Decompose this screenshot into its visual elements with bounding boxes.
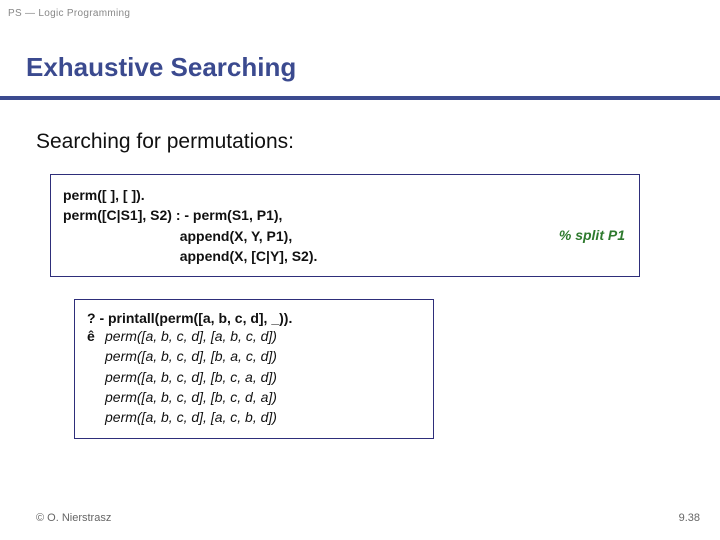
result-row: perm([a, b, c, d], [b, a, c, d]) <box>87 346 421 366</box>
code-line: append(X, Y, P1), <box>63 226 627 246</box>
title-band: Exhaustive Searching <box>0 38 720 100</box>
subheading: Searching for permutations: <box>36 130 684 154</box>
result-text: perm([a, b, c, d], [a, b, c, d]) <box>105 326 277 346</box>
code-line: perm([ ], [ ]). <box>63 185 627 205</box>
footer-page-number: 9.38 <box>679 512 700 524</box>
result-text: perm([a, b, c, d], [b, a, c, d]) <box>105 346 277 366</box>
result-text: perm([a, b, c, d], [b, c, d, a]) <box>105 387 277 407</box>
result-row: perm([a, b, c, d], [b, c, a, d]) <box>87 367 421 387</box>
code-line: perm([C|S1], S2) : - perm(S1, P1), <box>63 205 627 225</box>
slide-title: Exhaustive Searching <box>26 52 296 83</box>
query-line: ? - printall(perm([a, b, c, d], _)). <box>87 310 421 326</box>
footer-copyright: © O. Nierstrasz <box>36 512 111 524</box>
arrow-icon: ê <box>87 326 105 346</box>
course-label: PS — Logic Programming <box>8 8 130 19</box>
content-area: Searching for permutations: perm([ ], [ … <box>36 130 684 439</box>
definition-code-box: perm([ ], [ ]). perm([C|S1], S2) : - per… <box>50 174 640 277</box>
result-text: perm([a, b, c, d], [a, c, b, d]) <box>105 407 277 427</box>
code-line: append(X, [C|Y], S2). <box>63 246 627 266</box>
code-comment: % split P1 <box>559 227 625 243</box>
result-row: perm([a, b, c, d], [b, c, d, a]) <box>87 387 421 407</box>
result-row: perm([a, b, c, d], [a, c, b, d]) <box>87 407 421 427</box>
result-row: ê perm([a, b, c, d], [a, b, c, d]) <box>87 326 421 346</box>
query-output-box: ? - printall(perm([a, b, c, d], _)). ê p… <box>74 299 434 438</box>
result-text: perm([a, b, c, d], [b, c, a, d]) <box>105 367 277 387</box>
slide: PS — Logic Programming Exhaustive Search… <box>0 0 720 540</box>
